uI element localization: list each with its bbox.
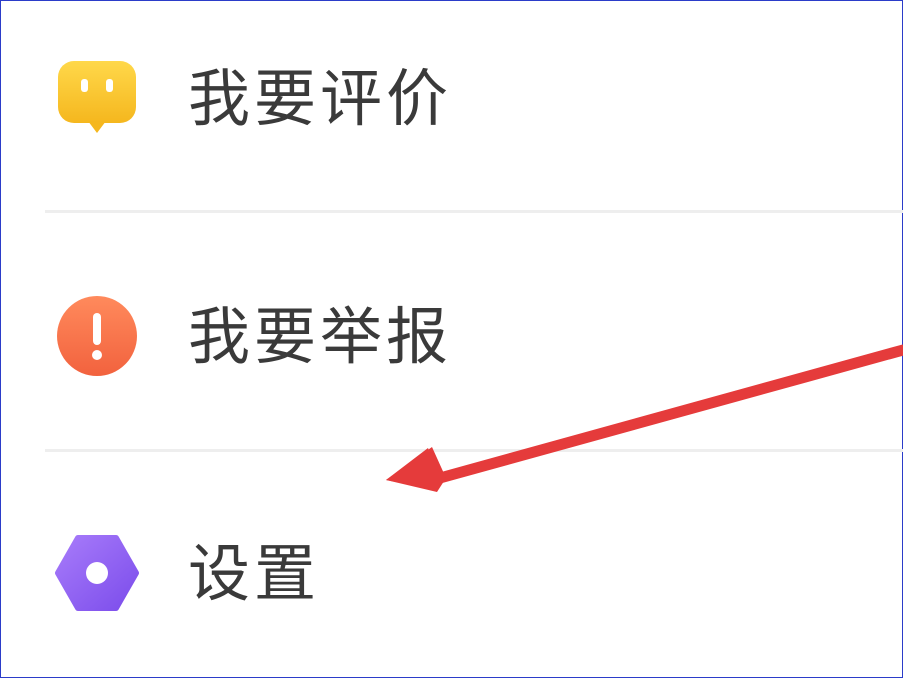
menu-item-label: 我要举报 — [188, 300, 453, 373]
menu-list: 我要评价 我要举报 设置 — [0, 0, 903, 678]
divider — [45, 210, 903, 213]
menu-item-label: 设置 — [188, 537, 321, 610]
warning-icon — [54, 293, 140, 379]
menu-item-report[interactable]: 我要举报 — [0, 266, 903, 406]
divider — [45, 449, 903, 452]
menu-item-settings[interactable]: 设置 — [0, 503, 903, 643]
menu-item-label: 我要评价 — [188, 62, 453, 135]
comment-bubble-icon — [54, 55, 140, 141]
menu-item-review[interactable]: 我要评价 — [0, 28, 903, 168]
settings-hexagon-icon — [54, 530, 140, 616]
